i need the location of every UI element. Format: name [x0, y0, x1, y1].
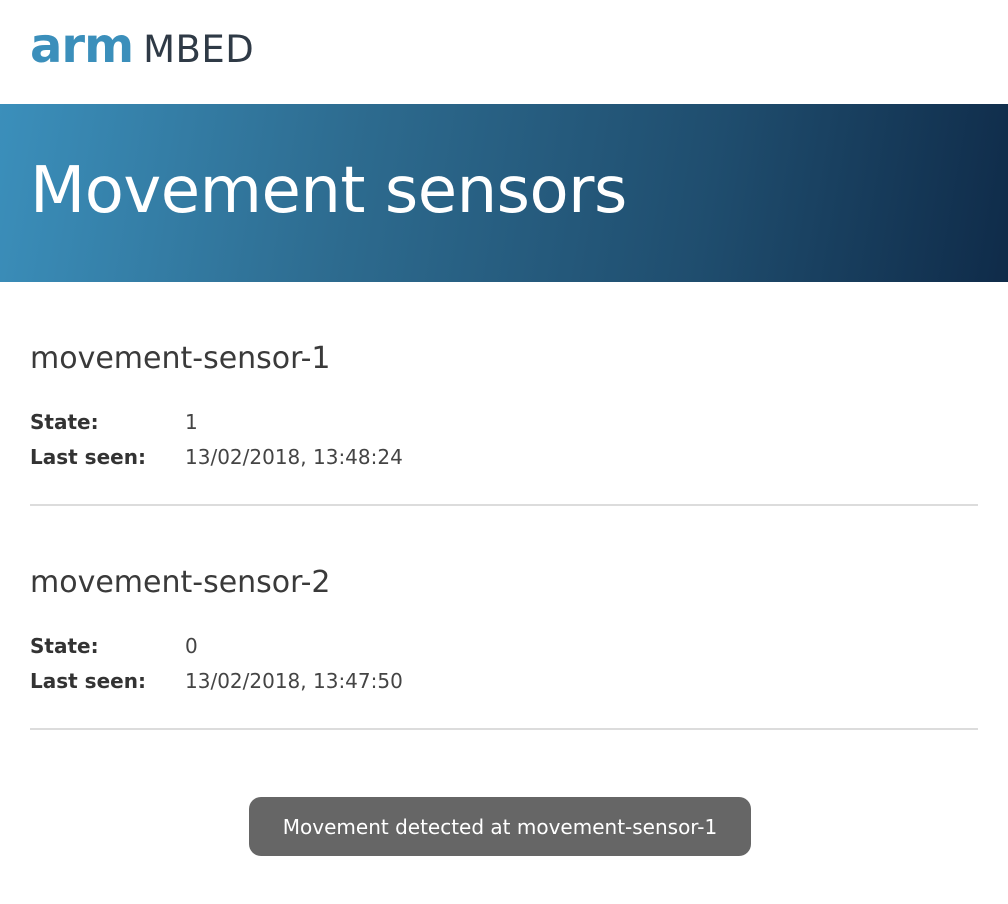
sensor-name: movement-sensor-1 [30, 341, 331, 376]
state-label: State: [30, 410, 99, 434]
sensor-name: movement-sensor-2 [30, 565, 331, 600]
state-value: 1 [185, 410, 198, 434]
sensor-card: movement-sensor-1 State: 1 Last seen: 13… [30, 282, 978, 506]
state-label: State: [30, 634, 99, 658]
state-row: State: 0 [30, 634, 198, 658]
last-seen-label: Last seen: [30, 445, 146, 469]
last-seen-value: 13/02/2018, 13:47:50 [185, 669, 403, 693]
state-row: State: 1 [30, 410, 198, 434]
hero-banner: Movement sensors [0, 104, 1008, 282]
logo-mbed-text: MBED [143, 28, 255, 71]
last-seen-row: Last seen: 13/02/2018, 13:47:50 [30, 669, 403, 693]
notification-toast[interactable]: Movement detected at movement-sensor-1 [249, 797, 751, 856]
page-title: Movement sensors [30, 154, 627, 228]
last-seen-value: 13/02/2018, 13:48:24 [185, 445, 403, 469]
toast-message: Movement detected at movement-sensor-1 [282, 814, 718, 839]
last-seen-row: Last seen: 13/02/2018, 13:48:24 [30, 445, 403, 469]
sensor-list: movement-sensor-1 State: 1 Last seen: 13… [0, 282, 1008, 730]
divider [30, 728, 978, 730]
logo-arm-text: arm [30, 18, 134, 74]
state-value: 0 [185, 634, 198, 658]
sensor-card: movement-sensor-2 State: 0 Last seen: 13… [30, 506, 978, 730]
last-seen-label: Last seen: [30, 669, 146, 693]
arm-mbed-logo[interactable]: arm MBED [30, 22, 254, 70]
logo-bar: arm MBED [0, 0, 1008, 104]
